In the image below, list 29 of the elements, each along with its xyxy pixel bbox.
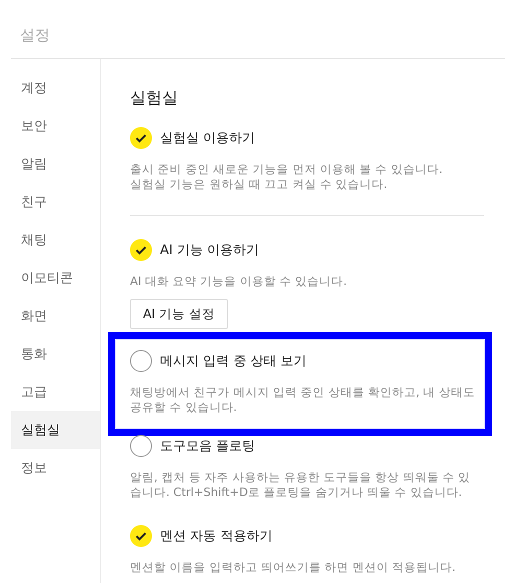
option-description: 출시 준비 중인 새로운 기능을 먼저 이용해 볼 수 있습니다. 실험실 기능은 원하실 때 끄고 켜실 수 있습니다. — [130, 162, 444, 192]
option-description: AI 대화 요약 기능을 이용할 수 있습니다. — [130, 274, 348, 289]
option-description: 알림, 캡처 등 자주 사용하는 유용한 도구들을 항상 띄워둘 수 있습니다. Ctrl+Shift+D로 플로팅을 숨기거나 띄울 수 있습니다. — [130, 470, 472, 500]
sidebar-item[interactable]: 이모티콘 — [11, 259, 100, 297]
checked-icon[interactable] — [130, 525, 152, 547]
option-label: 멘션 자동 적용하기 — [160, 528, 272, 545]
sidebar-item[interactable]: 통화 — [11, 335, 100, 373]
unchecked-icon[interactable] — [130, 435, 152, 457]
sidebar-item[interactable]: 알림 — [11, 145, 100, 183]
sidebar-item[interactable]: 채팅 — [11, 221, 100, 259]
sidebar-item[interactable]: 계정 — [11, 69, 100, 107]
sidebar-item[interactable]: 화면 — [11, 297, 100, 335]
option-label: 실험실 이용하기 — [160, 130, 256, 147]
sidebar-item[interactable]: 정보 — [11, 449, 100, 487]
checked-icon[interactable] — [130, 127, 152, 149]
settings-button[interactable]: AI 기능 설정 — [130, 299, 228, 329]
sidebar-item[interactable]: 고급 — [11, 373, 100, 411]
unchecked-icon[interactable] — [130, 350, 152, 372]
window-title: 설정 — [19, 25, 51, 46]
checked-icon[interactable] — [130, 239, 152, 261]
section-title: 실험실 — [130, 88, 179, 107]
option-label: 메시지 입력 중 상태 보기 — [160, 353, 307, 370]
option-label: 도구모음 플로팅 — [160, 438, 256, 455]
option-description: 멘션할 이름을 입력하고 띄어쓰기를 하면 멘션이 적용됩니다. — [130, 560, 457, 575]
sidebar-item[interactable]: 실험실 — [11, 411, 100, 449]
option-description: 채팅방에서 친구가 메시지 입력 중인 상태를 확인하고, 내 상태도 공유할 수 있습니다. — [130, 385, 476, 415]
option-label: AI 기능 이용하기 — [160, 242, 259, 259]
sidebar-item[interactable]: 친구 — [11, 183, 100, 221]
sidebar-item[interactable]: 보안 — [11, 107, 100, 145]
